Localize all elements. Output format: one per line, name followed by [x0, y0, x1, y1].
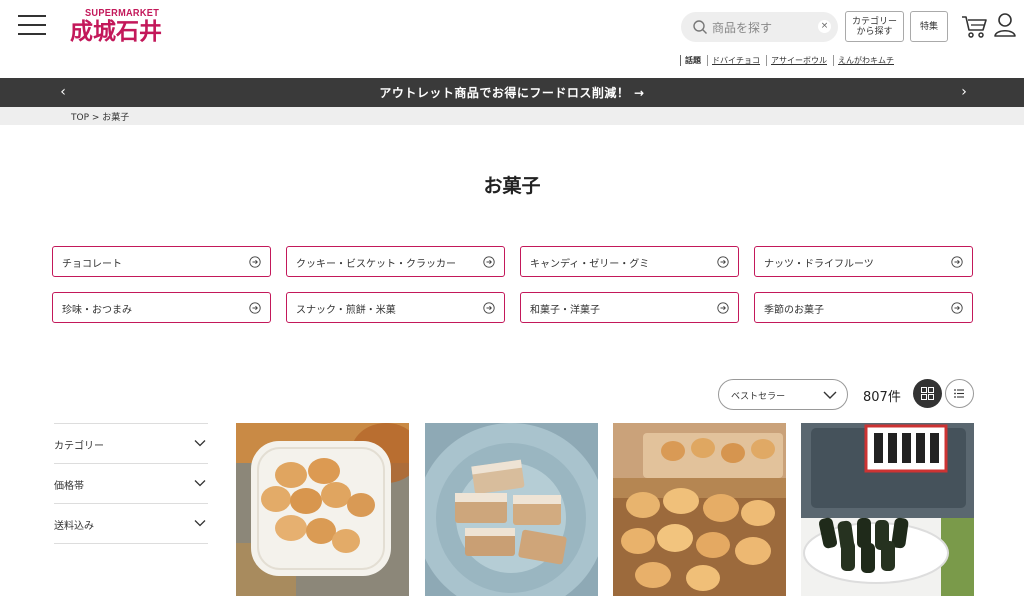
subcategory-label: ナッツ・ドライフルーツ [764, 259, 874, 270]
subcategory-label: 和菓子・洋菓子 [530, 305, 600, 316]
breadcrumb: TOP > お菓子 [71, 110, 129, 123]
user-icon[interactable] [993, 12, 1017, 38]
filter-divider [54, 543, 208, 544]
trending-link[interactable]: ドバイチョコ [707, 54, 760, 66]
breadcrumb-current: お菓子 [102, 113, 130, 123]
product-card-image[interactable] [236, 423, 409, 596]
trending-label: 話題 [680, 54, 701, 66]
product-card-image[interactable] [613, 423, 786, 596]
subcategory-label: スナック・煎餅・米菓 [296, 305, 396, 316]
search-icon [693, 20, 707, 34]
subcategory-label: チョコレート [62, 259, 122, 270]
trending-link[interactable]: えんがわキムチ [833, 54, 894, 66]
filter-price[interactable]: 価格帯 [54, 463, 208, 503]
promo-banner: ‹ アウトレット商品でお得にフードロス削減！ → › [0, 78, 1024, 107]
grid-view-icon [921, 387, 934, 400]
chevron-down-icon [194, 440, 206, 447]
chevron-down-icon [194, 480, 206, 487]
banner-next-arrow-icon[interactable]: › [957, 84, 971, 100]
subcategory-button[interactable]: キャンディ・ゼリー・グミ [520, 246, 739, 277]
subcategory-label: クッキー・ビスケット・クラッカー [296, 259, 456, 270]
logo-brand-text: 成城石井 [70, 18, 162, 45]
trending-keywords: 話題 ドバイチョコ アサイーボウル えんがわキムチ [680, 54, 900, 66]
arrow-circle-right-icon [717, 302, 729, 314]
page-title: お菓子 [483, 175, 541, 197]
result-count: 807件 [863, 390, 901, 405]
rice-cracker-rolls-image [801, 423, 974, 596]
search-input[interactable]: 商品を探す × [681, 12, 838, 42]
arrow-circle-right-icon [951, 302, 963, 314]
banner-text[interactable]: アウトレット商品でお得にフードロス削減！ → [0, 84, 1024, 101]
arrow-circle-right-icon [951, 256, 963, 268]
site-header: SUPERMARKET 成城石井 商品を探す × カテゴリー から探す 特集 話… [0, 0, 1024, 78]
subcategory-button[interactable]: クッキー・ビスケット・クラッカー [286, 246, 505, 277]
grid-view-button[interactable] [913, 379, 942, 408]
sort-selected-label: ベストセラー [731, 392, 786, 402]
product-card-image[interactable] [801, 423, 974, 596]
subcategory-label: キャンディ・ゼリー・グミ [530, 259, 650, 270]
arrow-circle-right-icon [249, 256, 261, 268]
cookies-plate-image [236, 423, 409, 596]
chevron-down-icon [823, 391, 837, 399]
category-search-button[interactable]: カテゴリー から探す [845, 11, 904, 42]
breadcrumb-home-link[interactable]: TOP [71, 113, 89, 123]
breadcrumb-bar: TOP > お菓子 [0, 107, 1024, 125]
cart-icon[interactable] [960, 12, 988, 40]
subcategory-button[interactable]: ナッツ・ドライフルーツ [754, 246, 973, 277]
feature-button[interactable]: 特集 [910, 11, 948, 42]
sort-select[interactable]: ベストセラー [718, 379, 848, 410]
filter-label: 価格帯 [54, 481, 84, 492]
arrow-circle-right-icon [717, 256, 729, 268]
subcategory-button[interactable]: 和菓子・洋菓子 [520, 292, 739, 323]
filter-label: 送料込み [54, 521, 94, 532]
hamburger-menu-icon[interactable] [18, 14, 46, 36]
list-view-icon [954, 389, 964, 398]
breadcrumb-separator: > [89, 113, 103, 123]
chevron-down-icon [194, 520, 206, 527]
list-view-button[interactable] [945, 379, 974, 408]
filter-shipping[interactable]: 送料込み [54, 503, 208, 543]
filter-category[interactable]: カテゴリー [54, 423, 208, 463]
subcategory-button[interactable]: スナック・煎餅・米菓 [286, 292, 505, 323]
arrow-circle-right-icon [483, 256, 495, 268]
subcategory-button[interactable]: チョコレート [52, 246, 271, 277]
subcategory-label: 季節のお菓子 [764, 305, 824, 316]
site-logo[interactable]: SUPERMARKET 成城石井 [70, 8, 174, 48]
subcategory-label: 珍味・おつまみ [62, 305, 132, 316]
trending-link[interactable]: アサイーボウル [766, 54, 827, 66]
sandwich-cookies-image [425, 423, 598, 596]
search-placeholder: 商品を探す [712, 21, 773, 35]
subcategory-button[interactable]: 季節のお菓子 [754, 292, 973, 323]
filter-label: カテゴリー [54, 441, 104, 452]
product-card-image[interactable] [425, 423, 598, 596]
arrow-circle-right-icon [249, 302, 261, 314]
arrow-circle-right-icon [483, 302, 495, 314]
search-clear-button[interactable]: × [818, 20, 831, 33]
subcategory-button[interactable]: 珍味・おつまみ [52, 292, 271, 323]
assorted-cookies-image [613, 423, 786, 596]
